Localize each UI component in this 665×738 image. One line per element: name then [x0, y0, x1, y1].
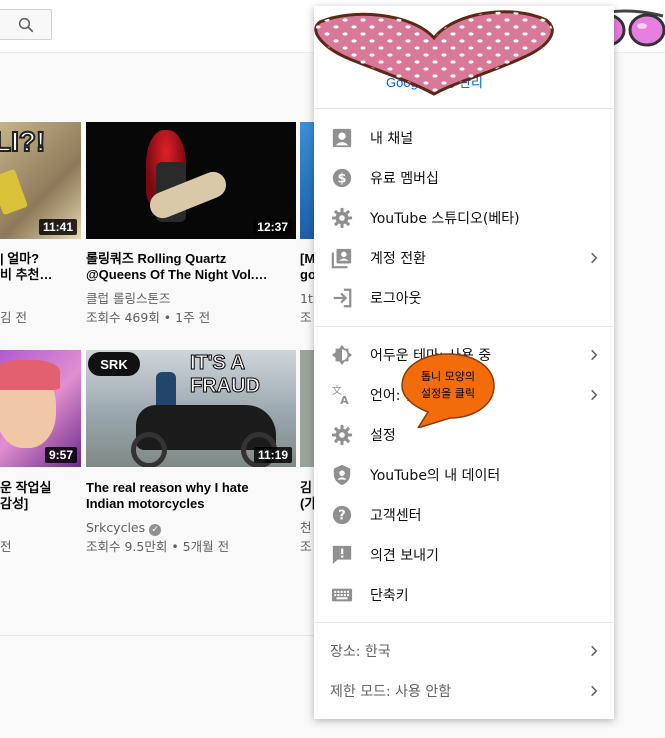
channel-name[interactable]: 클럽 롤링스톤즈: [86, 290, 296, 308]
feedback-icon: [332, 545, 352, 565]
video-meta: 조: [300, 310, 312, 325]
gear-icon: [331, 207, 353, 229]
menu-item-label: 의견 보내기: [370, 548, 439, 564]
video-duration: 9:57: [44, 447, 77, 463]
person-icon: [332, 128, 352, 148]
video-title-line2[interactable]: @Queens Of The Night Vol.…: [86, 267, 296, 283]
verified-icon: ✓: [149, 524, 162, 536]
menu-item-label: 설정: [370, 428, 396, 444]
video-title[interactable]: The real reason why I hate: [86, 480, 296, 496]
menu-item-restricted-mode[interactable]: 제한 모드: 사용 안함: [314, 671, 614, 711]
thumbnail-text: IT'S A FRAUD: [190, 352, 261, 398]
channel-name[interactable]: Srkcycles ✓: [86, 519, 296, 537]
video-duration: 11:19: [253, 447, 292, 463]
video-duration: 11:41: [38, 219, 77, 235]
menu-item-label: YouTube의 내 데이터: [370, 468, 501, 484]
heart-sticker-icon: [314, 10, 554, 96]
video-title[interactable]: [M: [300, 251, 314, 267]
menu-item-help[interactable]: ? 고객센터: [314, 495, 614, 535]
menu-item-label: YouTube 스튜디오(베타): [370, 211, 520, 227]
video-meta: 조회수 469회 • 1주 전: [86, 310, 211, 325]
svg-text:$: $: [338, 172, 347, 187]
menu-item-send-feedback[interactable]: 의견 보내기: [314, 535, 614, 575]
menu-item-paid-memberships[interactable]: $ 유료 멤버십: [314, 158, 614, 198]
menu-item-label: 유료 멤버십: [370, 171, 439, 187]
menu-item-location[interactable]: 장소: 한국: [314, 631, 614, 671]
translate-icon: 文A: [332, 384, 349, 406]
video-thumbnail[interactable]: [300, 122, 314, 239]
video-title[interactable]: 김: [300, 480, 314, 496]
chevron-right-icon: [591, 252, 598, 264]
svg-text:A: A: [340, 394, 349, 406]
video-duration: 12:37: [253, 219, 292, 235]
video-title[interactable]: 운 작업실: [0, 480, 80, 496]
video-thumbnail[interactable]: LI?! 11:41: [0, 122, 81, 239]
menu-item-label: 고객센터: [370, 508, 422, 524]
menu-item-label: 단축키: [370, 588, 409, 604]
menu-item-my-channel[interactable]: 내 채널: [314, 118, 614, 158]
logout-icon: [333, 288, 352, 308]
menu-item-keyboard-shortcuts[interactable]: 단축키: [314, 575, 614, 615]
motorcycle-wheel: [131, 432, 167, 467]
chevron-right-icon: [591, 645, 598, 657]
keyboard-icon: [331, 588, 353, 602]
video-title-line2[interactable]: go: [300, 267, 314, 283]
menu-divider: [314, 622, 614, 623]
video-meta: 조회수 9.5만회 • 5개월 전: [86, 539, 230, 554]
video-title[interactable]: | 얼마?: [0, 251, 80, 267]
video-title-line2[interactable]: Indian motorcycles: [86, 496, 296, 512]
dark-theme-icon: [331, 344, 353, 366]
account-header: Google 계정 관리: [314, 6, 614, 109]
help-icon: ?: [332, 505, 352, 525]
video-title[interactable]: 롤링쿼즈 Rolling Quartz: [86, 251, 296, 267]
menu-item-youtube-studio[interactable]: YouTube 스튜디오(베타): [314, 198, 614, 238]
channel-name[interactable]: 1th: [300, 290, 314, 308]
menu-item-label: 로그아웃: [370, 291, 422, 307]
svg-text:?: ?: [338, 509, 345, 524]
switch-account-icon: [331, 248, 352, 269]
menu-item-logout[interactable]: 로그아웃: [314, 278, 614, 318]
menu-item-label: 내 채널: [370, 131, 414, 147]
menu-item-your-data[interactable]: YouTube의 내 데이터: [314, 455, 614, 495]
menu-item-label: 제한 모드: 사용 안함: [330, 684, 452, 700]
video-thumbnail[interactable]: SRK IT'S A FRAUD 11:19: [86, 350, 296, 467]
menu-item-label: 장소: 한국: [330, 644, 391, 660]
video-title-line2[interactable]: (가: [300, 496, 314, 512]
settings-icon: [331, 424, 353, 446]
person-cap: [0, 360, 60, 390]
menu-item-switch-account[interactable]: 계정 전환: [314, 238, 614, 278]
chevron-right-icon: [591, 685, 598, 697]
menu-divider: [314, 326, 614, 327]
video-title-line2[interactable]: 비 추천…: [0, 267, 80, 283]
section-divider: [0, 635, 315, 636]
video-thumbnail[interactable]: 9:57: [0, 350, 81, 467]
video-thumbnail[interactable]: 12:37: [86, 122, 296, 239]
chevron-right-icon: [591, 389, 598, 401]
video-thumbnail[interactable]: [300, 350, 314, 467]
video-meta: 조: [300, 539, 312, 554]
video-meta: 전: [0, 539, 12, 554]
video-title-line2[interactable]: 감성]: [0, 496, 80, 512]
chevron-right-icon: [591, 349, 598, 361]
thumbnail-object: [0, 168, 29, 216]
video-meta: 김 전: [0, 310, 27, 325]
annotation-text: 톱니 모양의 설정을 클릭: [420, 370, 476, 400]
shield-person-icon: [333, 464, 351, 486]
menu-item-label: 계정 전환: [370, 251, 426, 267]
channel-name[interactable]: 천: [300, 519, 314, 537]
dollar-icon: $: [332, 168, 352, 188]
channel-logo-badge: SRK: [88, 352, 140, 376]
thumbnail-text: LI?!: [0, 125, 46, 158]
